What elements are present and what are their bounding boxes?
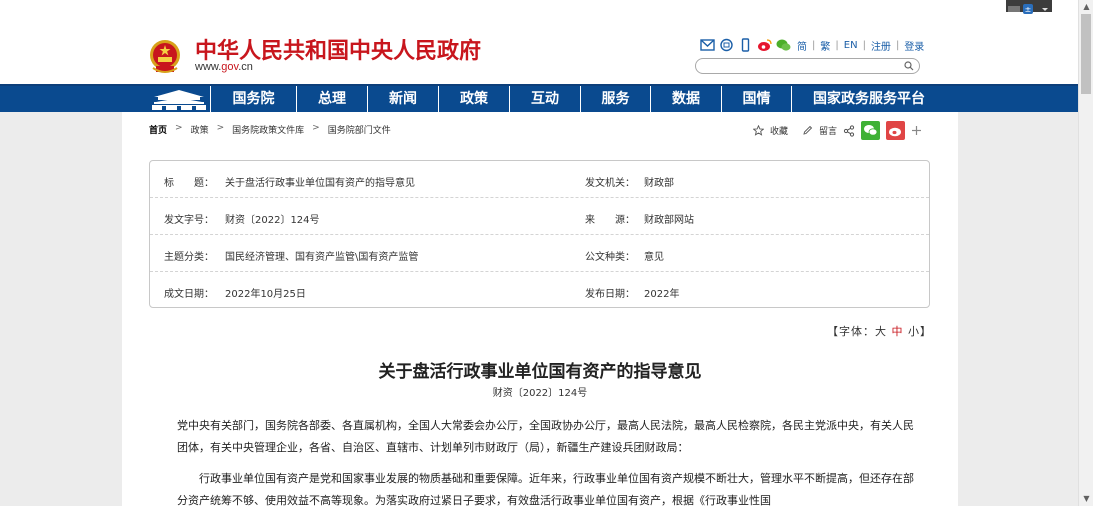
language-links: 简 | 繁 | EN | 注册 | 登录 bbox=[797, 38, 924, 53]
site-url-brand: gov bbox=[221, 61, 239, 73]
meta-type-value: 意见 bbox=[644, 252, 664, 263]
meta-date-value: 2022年10月25日 bbox=[225, 289, 306, 300]
divider: | bbox=[835, 40, 839, 51]
meta-docno-value: 财资〔2022〕124号 bbox=[225, 215, 320, 226]
main-nav-bar: 国务院 总理 新闻 政策 互动 服务 数据 国情 国家政务服务平台 bbox=[0, 84, 1078, 112]
site-header: 中华人民共和国中央人民政府 www.gov.cn 简 | 繁 | EN | 注册 | 登… bbox=[0, 0, 1078, 84]
nav-item-data[interactable]: 数据 bbox=[650, 86, 721, 112]
weibo-icon[interactable] bbox=[757, 38, 772, 52]
meta-title-label: 标 题： bbox=[164, 178, 214, 189]
lang-simplified-link[interactable]: 简 bbox=[797, 38, 807, 53]
meta-row: 发文字号： 财资〔2022〕124号 来 源： 财政部网站 bbox=[150, 198, 929, 235]
search-input[interactable] bbox=[695, 58, 920, 74]
article-salutation: 党中央有关部门，国务院各部委、各直属机构，全国人大常委会办公厅，全国政协办公厅，… bbox=[177, 419, 914, 454]
meta-pub-value: 2022年 bbox=[644, 289, 680, 300]
weibo-share-icon[interactable] bbox=[886, 121, 906, 140]
breadcrumb-home[interactable]: 首页 bbox=[149, 123, 167, 136]
meta-row: 标 题： 关于盘活行政事业单位国有资产的指导意见 发文机关： 财政部 bbox=[150, 161, 929, 198]
svg-text:±: ± bbox=[1025, 5, 1032, 14]
mobile-icon[interactable] bbox=[738, 38, 753, 52]
nav-item-state-council[interactable]: 国务院 bbox=[210, 86, 296, 112]
font-size-prefix: 【字体： bbox=[827, 325, 875, 338]
site-map-icon[interactable] bbox=[719, 38, 734, 52]
login-link[interactable]: 登录 bbox=[904, 38, 924, 53]
nav-items: 国务院 总理 新闻 政策 互动 服务 数据 国情 国家政务服务平台 bbox=[210, 86, 1078, 112]
share-icon[interactable] bbox=[843, 124, 855, 137]
breadcrumb-policy[interactable]: 政策 bbox=[191, 123, 209, 136]
scrollbar-thumb[interactable] bbox=[1081, 14, 1091, 94]
article-page: 首页 > 政策 > 国务院政策文件库 > 国务院部门文件 收藏 留言 标 题： … bbox=[122, 112, 958, 506]
scroll-up-arrow-icon[interactable]: ▲ bbox=[1079, 0, 1093, 14]
font-size-large[interactable]: 大 bbox=[875, 325, 887, 338]
site-url-prefix: www. bbox=[195, 61, 222, 73]
wechat-icon[interactable] bbox=[776, 38, 791, 52]
divider: | bbox=[895, 40, 900, 51]
browser-toolbar-widget[interactable]: ± bbox=[1006, 0, 1052, 14]
comment-button[interactable]: 留言 bbox=[819, 124, 837, 137]
site-url: www.gov.cn bbox=[195, 61, 253, 73]
meta-title-value: 关于盘活行政事业单位国有资产的指导意见 bbox=[225, 178, 415, 189]
nav-item-news[interactable]: 新闻 bbox=[367, 86, 438, 112]
breadcrumb-policy-library[interactable]: 国务院政策文件库 bbox=[232, 123, 304, 136]
share-bar: 收藏 留言 bbox=[753, 121, 922, 140]
mail-icon[interactable] bbox=[700, 38, 715, 52]
article-title: 关于盘活行政事业单位国有资产的指导意见 bbox=[378, 362, 702, 382]
font-size-switcher: 【字体：大 中 小】 bbox=[827, 323, 932, 339]
meta-docno-label: 发文字号： bbox=[164, 215, 214, 226]
pencil-icon[interactable] bbox=[802, 125, 813, 136]
breadcrumb-separator: > bbox=[216, 123, 225, 133]
meta-source-value: 财政部网站 bbox=[644, 215, 694, 226]
meta-issuer-label: 发文机关： bbox=[585, 178, 635, 189]
font-size-suffix: 】 bbox=[920, 325, 932, 338]
meta-pub-label: 发布日期： bbox=[585, 289, 635, 300]
breadcrumb-separator: > bbox=[175, 123, 183, 133]
divider: | bbox=[862, 40, 866, 51]
meta-type-label: 公文种类： bbox=[585, 252, 635, 263]
nav-item-gov-service-platform[interactable]: 国家政务服务平台 bbox=[791, 86, 1078, 112]
breadcrumb-separator: > bbox=[312, 123, 320, 133]
site-url-suffix: .cn bbox=[238, 61, 253, 73]
plus-icon[interactable] bbox=[911, 125, 922, 136]
favorite-button[interactable]: 收藏 bbox=[770, 124, 788, 137]
register-link[interactable]: 注册 bbox=[871, 38, 891, 53]
article-body: 党中央有关部门，国务院各部委、各直属机构，全国人大常委会办公厅，全国政协办公厅，… bbox=[177, 415, 917, 506]
toolbar-widget-icon: ± bbox=[1008, 4, 1048, 14]
meta-topic-label: 主题分类： bbox=[164, 252, 214, 263]
star-icon[interactable] bbox=[753, 125, 764, 136]
meta-issuer-value: 财政部 bbox=[644, 178, 674, 189]
meta-topic-value: 国民经济管理、国有资产监管\国有资产监管 bbox=[225, 252, 419, 263]
browser-viewport: 中华人民共和国中央人民政府 www.gov.cn 简 | 繁 | EN | 注册 | 登… bbox=[0, 0, 1078, 506]
national-emblem-icon[interactable] bbox=[148, 38, 182, 74]
scroll-down-arrow-icon[interactable]: ▼ bbox=[1079, 492, 1093, 506]
nav-item-service[interactable]: 服务 bbox=[580, 86, 650, 112]
meta-date-label: 成文日期： bbox=[164, 289, 214, 300]
divider: | bbox=[812, 40, 816, 51]
font-size-small[interactable]: 小 bbox=[908, 325, 920, 338]
vertical-scrollbar[interactable]: ▲ ▼ bbox=[1078, 0, 1093, 506]
document-metadata-table: 标 题： 关于盘活行政事业单位国有资产的指导意见 发文机关： 财政部 发文字号：… bbox=[149, 160, 930, 308]
article-paragraph: 行政事业单位国有资产是党和国家事业发展的物质基础和重要保障。近年来，行政事业单位… bbox=[177, 472, 914, 506]
lang-traditional-link[interactable]: 繁 bbox=[820, 38, 830, 53]
nav-item-national-info[interactable]: 国情 bbox=[721, 86, 791, 112]
meta-source-label: 来 源： bbox=[585, 215, 635, 226]
nav-item-interaction[interactable]: 互动 bbox=[509, 86, 580, 112]
breadcrumb: 首页 > 政策 > 国务院政策文件库 > 国务院部门文件 bbox=[149, 123, 391, 136]
top-icon-bar bbox=[700, 38, 791, 52]
meta-row: 成文日期： 2022年10月25日 发布日期： 2022年 bbox=[150, 272, 929, 309]
search-icon[interactable] bbox=[904, 61, 914, 71]
article-doc-number: 财资〔2022〕124号 bbox=[492, 388, 588, 399]
nav-item-premier[interactable]: 总理 bbox=[296, 86, 367, 112]
meta-row: 主题分类： 国民经济管理、国有资产监管\国有资产监管 公文种类： 意见 bbox=[150, 235, 929, 272]
wechat-share-icon[interactable] bbox=[861, 121, 881, 140]
breadcrumb-dept-docs[interactable]: 国务院部门文件 bbox=[328, 123, 391, 136]
font-size-medium[interactable]: 中 bbox=[892, 325, 904, 338]
lang-english-link[interactable]: EN bbox=[844, 40, 858, 51]
tiananmen-icon bbox=[152, 90, 206, 110]
nav-item-policy[interactable]: 政策 bbox=[438, 86, 509, 112]
